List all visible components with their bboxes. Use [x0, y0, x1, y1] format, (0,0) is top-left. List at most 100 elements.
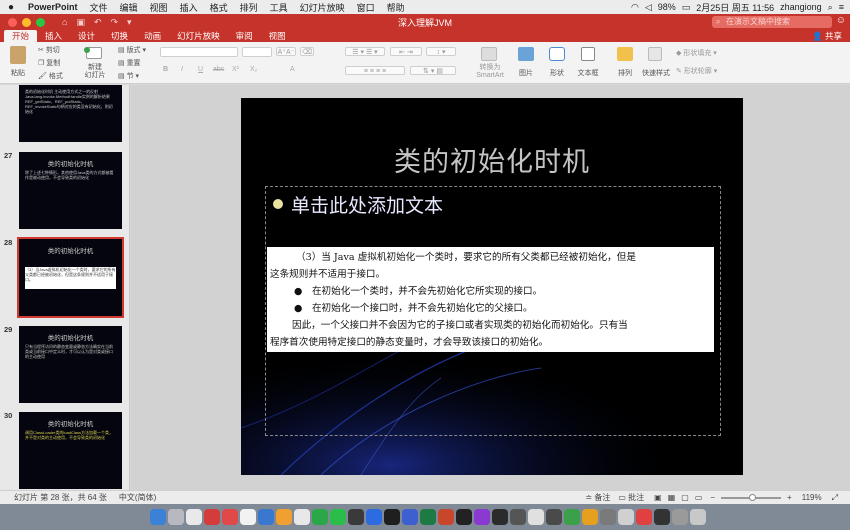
undo-icon[interactable]: ↶ — [94, 17, 102, 28]
apple-menu-icon[interactable]: ● — [0, 2, 22, 13]
home-icon[interactable]: ⌂ — [62, 17, 67, 28]
fit-to-window-icon[interactable]: ⤢ — [832, 493, 838, 503]
superscript-button[interactable]: X² — [232, 66, 239, 73]
placeholder-text[interactable]: 单击此处添加文本 — [291, 191, 443, 218]
finder-icon[interactable] — [150, 509, 166, 525]
bullets-button[interactable]: ☰ ▾ ☰ ▾ — [345, 47, 385, 56]
slide-title[interactable]: 类的初始化时机 — [241, 140, 743, 179]
format-painter-button[interactable]: 🖌 格式 — [38, 71, 63, 81]
font-size-field[interactable] — [242, 47, 272, 57]
smartart-icon[interactable] — [481, 47, 497, 61]
normal-view-icon[interactable]: ▣ — [654, 493, 662, 502]
clear-format-icon[interactable]: ⌫ — [300, 47, 314, 56]
cut-button[interactable]: ✂ 剪切 — [38, 45, 60, 55]
app-icon[interactable] — [654, 509, 670, 525]
font-name-field[interactable] — [160, 47, 238, 57]
italic-button[interactable]: I — [181, 66, 183, 73]
shape-fill-button[interactable]: ◆ 形状填充 ▾ — [676, 48, 717, 58]
tab-design[interactable]: 设计 — [70, 30, 103, 42]
menu-view[interactable]: 视图 — [144, 1, 174, 14]
language[interactable]: 中文(简体) — [119, 492, 156, 503]
save-icon[interactable]: ▣ — [76, 17, 85, 28]
subscript-button[interactable]: X₂ — [250, 66, 257, 73]
underline-button[interactable]: U — [198, 66, 203, 73]
app-icon[interactable] — [474, 509, 490, 525]
folder-icon[interactable] — [672, 509, 688, 525]
clock[interactable]: 2月25日 周五 11:56 — [696, 1, 774, 14]
slide-thumbnail-selected[interactable]: 类的初始化时机 （3）当Java虚拟机初始化一个类时，要求它的所有父类都已经被初… — [17, 237, 124, 318]
tab-animations[interactable]: 动画 — [136, 30, 169, 42]
shape-icon[interactable] — [549, 47, 565, 61]
tab-insert[interactable]: 插入 — [37, 30, 70, 42]
menu-help[interactable]: 帮助 — [381, 1, 411, 14]
notification-icon[interactable]: ≡ — [839, 2, 844, 12]
app-icon[interactable] — [222, 509, 238, 525]
menu-file[interactable]: 文件 — [84, 1, 114, 14]
slide-editor-canvas[interactable]: 类的初始化时机 单击此处添加文本 （3）当 Java 虚拟机初始化一个类时，要求… — [131, 85, 850, 490]
chrome-icon[interactable] — [294, 509, 310, 525]
trash-icon[interactable] — [690, 509, 706, 525]
arrange-icon[interactable] — [617, 47, 633, 61]
menu-format[interactable]: 格式 — [204, 1, 234, 14]
app-icon[interactable] — [456, 509, 472, 525]
layout-button[interactable]: ▤ 版式 ▾ — [118, 45, 146, 55]
battery-icon[interactable]: ▭ — [682, 2, 691, 13]
app-icon[interactable] — [582, 509, 598, 525]
tab-review[interactable]: 审阅 — [228, 30, 261, 42]
safari-icon[interactable] — [186, 509, 202, 525]
word-icon[interactable] — [402, 509, 418, 525]
app-icon[interactable] — [276, 509, 292, 525]
new-slide-label[interactable]: 新建 幻灯片 — [84, 64, 106, 80]
zoom-window-button[interactable] — [36, 17, 45, 27]
indent-buttons[interactable]: ⇤ ⇥ — [390, 47, 422, 56]
tab-transitions[interactable]: 切换 — [103, 30, 136, 42]
copy-button[interactable]: ❐ 复制 — [38, 58, 60, 68]
minimize-window-button[interactable] — [22, 17, 31, 27]
tab-view[interactable]: 视图 — [261, 30, 294, 42]
app-icon[interactable] — [564, 509, 580, 525]
wechat-icon[interactable] — [330, 509, 346, 525]
slide-thumbnail[interactable]: 类的初始化时机 调用ClassLoader类的loadClass方法加载一个类，… — [19, 412, 122, 489]
calendar-icon[interactable] — [240, 509, 256, 525]
textbox-icon[interactable] — [581, 47, 595, 61]
excel-icon[interactable] — [420, 509, 436, 525]
app-icon[interactable] — [312, 509, 328, 525]
slide-thumbnail[interactable]: 类的初始化时机 主动使用方式之一的反射 Java.lang.invoke.Met… — [19, 85, 122, 142]
tab-slideshow[interactable]: 幻灯片放映 — [169, 30, 228, 42]
paste-label[interactable]: 粘贴 — [10, 68, 26, 78]
app-icon[interactable] — [258, 509, 274, 525]
font-color-button[interactable]: A — [290, 66, 295, 73]
feedback-icon[interactable]: ☺ — [836, 15, 846, 26]
menu-edit[interactable]: 编辑 — [114, 1, 144, 14]
smartart-label[interactable]: 转换为 SmartArt — [473, 64, 507, 80]
app-icon[interactable] — [600, 509, 616, 525]
zoom-out-button[interactable]: − — [710, 493, 715, 502]
app-icon[interactable] — [510, 509, 526, 525]
bold-button[interactable]: B — [163, 66, 168, 73]
menu-insert[interactable]: 插入 — [174, 1, 204, 14]
zoom-in-button[interactable]: + — [787, 493, 792, 502]
app-icon[interactable] — [528, 509, 544, 525]
quick-styles-label[interactable]: 快速样式 — [642, 68, 670, 78]
app-icon[interactable] — [366, 509, 382, 525]
slide-thumbnail-panel[interactable]: 类的初始化时机 主动使用方式之一的反射 Java.lang.invoke.Met… — [0, 85, 130, 490]
user-name[interactable]: zhangiong — [780, 2, 822, 12]
volume-icon[interactable]: ◁ — [645, 2, 652, 13]
menu-window[interactable]: 窗口 — [351, 1, 381, 14]
section-button[interactable]: ▤ 节 ▾ — [118, 71, 139, 81]
quick-styles-icon[interactable] — [648, 47, 662, 61]
menu-arrange[interactable]: 排列 — [234, 1, 264, 14]
menu-tools[interactable]: 工具 — [264, 1, 294, 14]
comments-button[interactable]: ▭ 批注 — [618, 492, 644, 503]
text-direction-buttons[interactable]: ⇅ ▾ ▤ — [410, 66, 456, 75]
wifi-icon[interactable]: ◠ — [631, 2, 639, 13]
app-icon[interactable] — [546, 509, 562, 525]
align-buttons[interactable]: ≡ ≡ ≡ ≡ — [345, 66, 405, 75]
app-icon[interactable] — [204, 509, 220, 525]
redo-icon[interactable]: ↷ — [111, 17, 119, 28]
powerpoint-icon[interactable] — [438, 509, 454, 525]
slide-thumbnail[interactable]: 类的初始化时机 只有当程序访问的静态变量或静态方法确实在当前类或当前接口中定义时… — [19, 326, 122, 403]
reading-view-icon[interactable]: ▢ — [681, 493, 689, 502]
app-icon[interactable] — [636, 509, 652, 525]
more-icon[interactable]: ▾ — [127, 17, 132, 28]
